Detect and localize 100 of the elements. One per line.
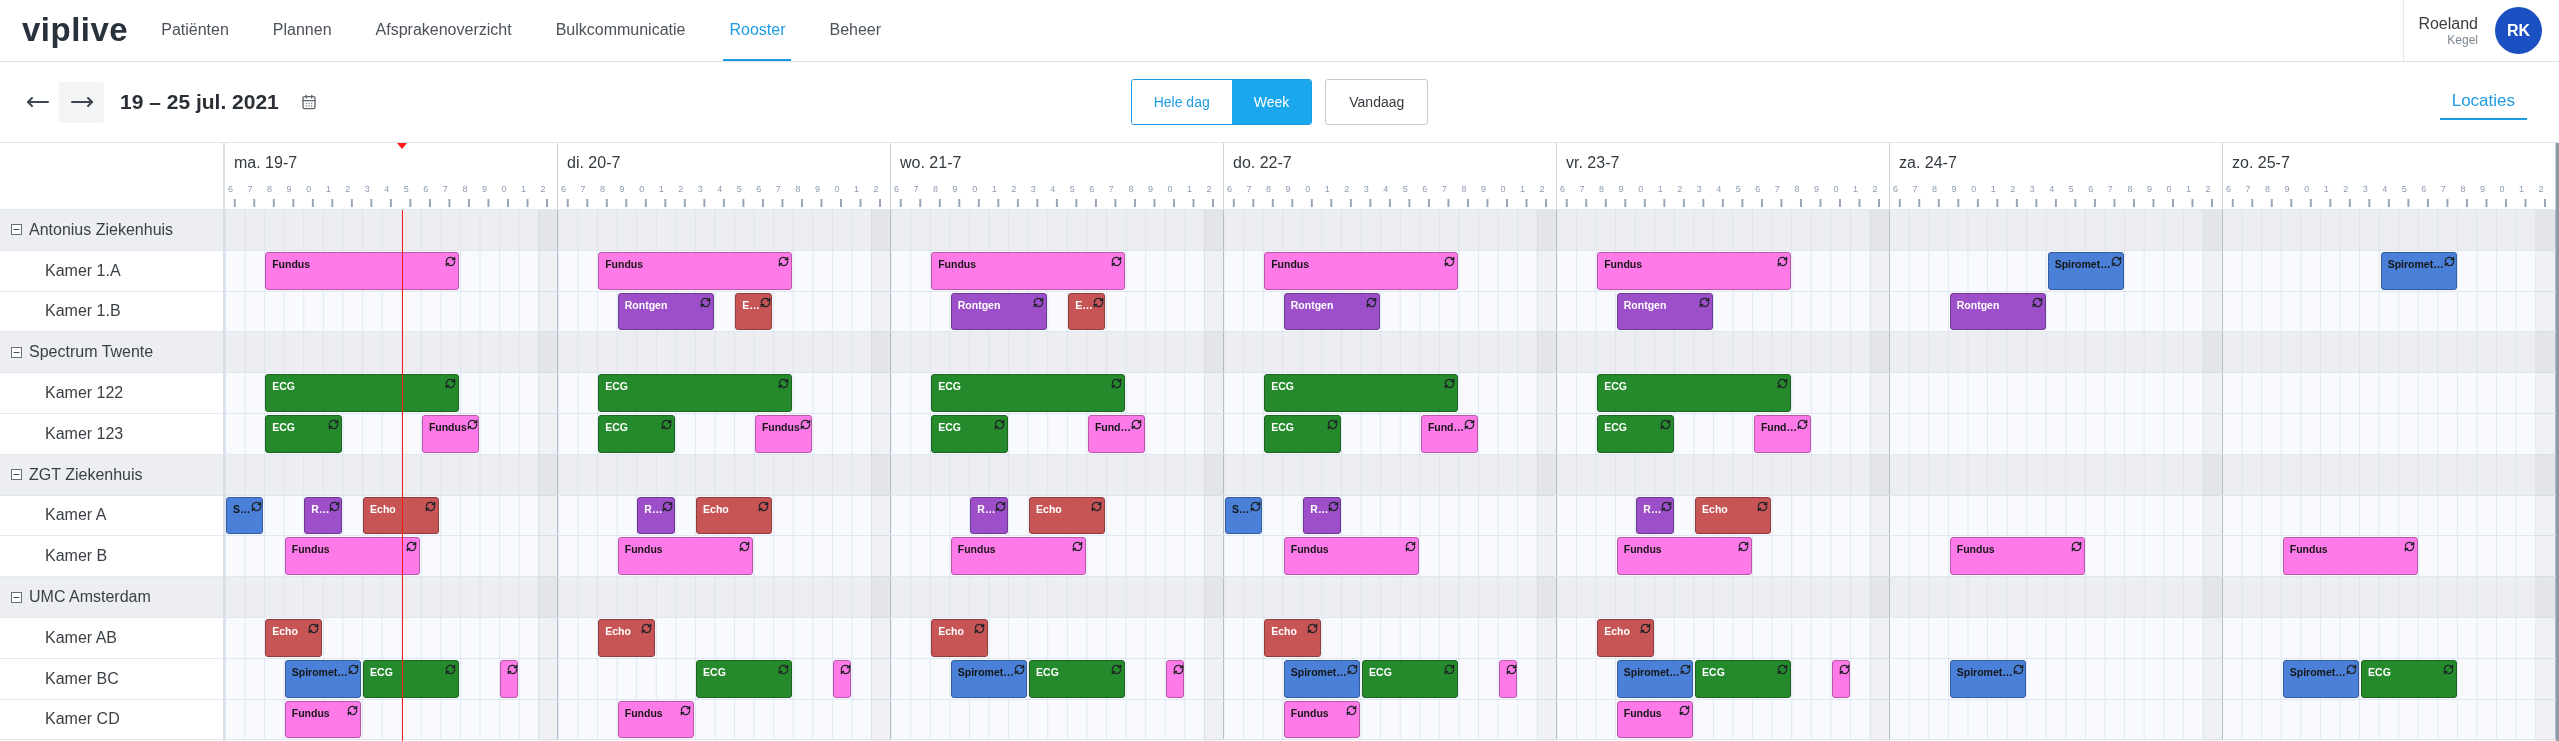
appointment-block[interactable]: Rontgen <box>617 292 714 331</box>
appointment-block[interactable]: ECG <box>1029 659 1126 698</box>
appointment-block[interactable]: Echo <box>265 618 322 657</box>
appointment-block[interactable] <box>1166 659 1184 698</box>
appointment-block[interactable]: Rontgen <box>1283 292 1380 331</box>
appointment-block[interactable]: R… <box>1636 496 1674 535</box>
appointment-block[interactable]: ECG <box>1264 415 1341 453</box>
user-avatar[interactable]: RK <box>2495 7 2542 54</box>
nav-link[interactable]: Plannen <box>266 0 338 61</box>
hour-label: 2 <box>1205 183 1212 195</box>
calendar-icon[interactable] <box>300 94 317 110</box>
appointment-block[interactable]: Spiromet… <box>284 659 362 698</box>
collapse-icon[interactable] <box>11 469 22 481</box>
appointment-block[interactable]: Fundus <box>598 251 793 290</box>
appointment-block[interactable] <box>1832 659 1850 698</box>
appointment-block[interactable]: S… <box>1225 496 1263 535</box>
appointment-block[interactable]: Fundus <box>2282 537 2418 576</box>
appointment-block[interactable]: ECG <box>1597 415 1674 453</box>
appointment-block[interactable]: Echo <box>363 496 440 535</box>
nav-link[interactable]: Afsprakenoverzicht <box>369 0 518 61</box>
nav-link[interactable]: Beheer <box>823 0 888 61</box>
appointment-block[interactable]: R… <box>304 496 342 535</box>
appointment-block[interactable]: Rontgen <box>950 292 1047 331</box>
appointment-block[interactable]: ECG <box>2361 659 2458 698</box>
hour-label: 1 <box>2517 183 2524 195</box>
appointment-block[interactable]: ECG <box>1362 659 1459 698</box>
appointment-block[interactable]: ECG <box>598 415 675 453</box>
appointment-block[interactable]: ECG <box>1597 374 1792 412</box>
locations-tab[interactable]: Locaties <box>2439 84 2527 120</box>
hour-label: 1 <box>1185 183 1192 195</box>
appointment-block[interactable]: Fundus <box>950 537 1086 576</box>
appointment-block[interactable]: Fund… <box>1087 415 1145 453</box>
appointment-block[interactable]: Echo <box>1029 496 1106 535</box>
collapse-icon[interactable] <box>11 591 22 603</box>
appointment-block[interactable]: Echo <box>1695 496 1772 535</box>
appointment-block[interactable]: ECG <box>931 415 1008 453</box>
view-tab[interactable]: Week <box>1231 80 1312 124</box>
appointment-block[interactable]: Fundus <box>1949 537 2085 576</box>
appointment-block[interactable]: Fundus <box>1616 700 1694 739</box>
appointment-block[interactable]: Fundus <box>617 537 753 576</box>
collapse-icon[interactable] <box>11 224 22 236</box>
appointment-block[interactable]: Fundus <box>1616 537 1752 576</box>
appointment-block[interactable]: Spiromet… <box>1616 659 1694 698</box>
appointment-block[interactable]: Spiromet… <box>1949 659 2027 698</box>
day-label: ma. 19-7 <box>233 152 298 173</box>
appointment-block[interactable]: ECG <box>265 374 460 412</box>
appointment-block[interactable]: ECG <box>931 374 1126 412</box>
appointment-block[interactable]: Fundus <box>1283 537 1419 576</box>
appointment-block[interactable]: Fundus <box>1597 251 1792 290</box>
nav-link[interactable]: Patiënten <box>155 0 235 61</box>
appointment-block[interactable]: Fund… <box>1420 415 1478 453</box>
appointment-block[interactable] <box>833 659 851 698</box>
appointment-block[interactable]: Spiromet… <box>2380 251 2458 290</box>
appointment-block[interactable] <box>1499 659 1517 698</box>
appointment-block[interactable]: Rontgen <box>1949 292 2046 331</box>
appointment-block[interactable]: S… <box>226 496 264 535</box>
appointment-block[interactable]: Spiromet… <box>1283 659 1361 698</box>
appointment-block[interactable]: ECG <box>363 659 460 698</box>
appointment-block[interactable]: Spiromet… <box>2282 659 2360 698</box>
room-name: Kamer B <box>45 546 108 567</box>
collapse-icon[interactable] <box>11 346 22 358</box>
appointment-block[interactable]: Echo <box>598 618 655 657</box>
appointment-block[interactable]: Fundus <box>617 700 695 739</box>
appointment-block[interactable]: ECG <box>598 374 793 412</box>
appointment-block[interactable]: R… <box>1303 496 1341 535</box>
appointment-block[interactable]: Fundus <box>1283 700 1361 739</box>
appointment-block[interactable]: Echo <box>1264 618 1321 657</box>
nav-link[interactable]: Bulkcommunicatie <box>549 0 692 61</box>
appointment-block[interactable]: Fund… <box>1753 415 1811 453</box>
appointment-block[interactable]: Spiromet… <box>2047 251 2125 290</box>
group-name: Antonius Ziekenhuis <box>29 219 174 240</box>
appointment-block[interactable]: E… <box>735 292 773 331</box>
appointment-block[interactable]: Fundus <box>1264 251 1459 290</box>
appointment-block[interactable]: ECG <box>265 415 342 453</box>
appointment-block[interactable]: Spiromet… <box>950 659 1028 698</box>
appointment-block[interactable]: ECG <box>1264 374 1459 412</box>
hour-label: 7 <box>441 183 448 195</box>
logo[interactable]: viplive <box>0 0 129 61</box>
appointment-block[interactable]: Fundus <box>931 251 1126 290</box>
next-week-button[interactable] <box>59 81 104 123</box>
nav-link[interactable]: Rooster <box>723 0 792 61</box>
appointment-block[interactable]: Fundus <box>284 537 420 576</box>
appointment-block[interactable]: Fundus <box>421 415 479 453</box>
today-button[interactable]: Vandaag <box>1325 79 1429 125</box>
hour-label: 5 <box>402 183 409 195</box>
appointment-block[interactable]: E… <box>1068 292 1106 331</box>
hour-label: 2 <box>1010 183 1017 195</box>
appointment-block[interactable]: ECG <box>1695 659 1792 698</box>
appointment-block[interactable]: Fundus <box>265 251 460 290</box>
appointment-block[interactable]: Rontgen <box>1616 292 1713 331</box>
appointment-block[interactable]: R… <box>970 496 1008 535</box>
appointment-block[interactable]: R… <box>637 496 675 535</box>
appointment-block[interactable] <box>500 659 518 698</box>
appointment-block[interactable]: Echo <box>1597 618 1654 657</box>
appointment-block[interactable]: Echo <box>931 618 988 657</box>
appointment-block[interactable]: Fundus <box>284 700 362 739</box>
appointment-block[interactable]: Echo <box>696 496 773 535</box>
appointment-block[interactable]: Fundus <box>754 415 812 453</box>
hour-label: 3 <box>696 183 703 195</box>
appointment-block[interactable]: ECG <box>696 659 793 698</box>
